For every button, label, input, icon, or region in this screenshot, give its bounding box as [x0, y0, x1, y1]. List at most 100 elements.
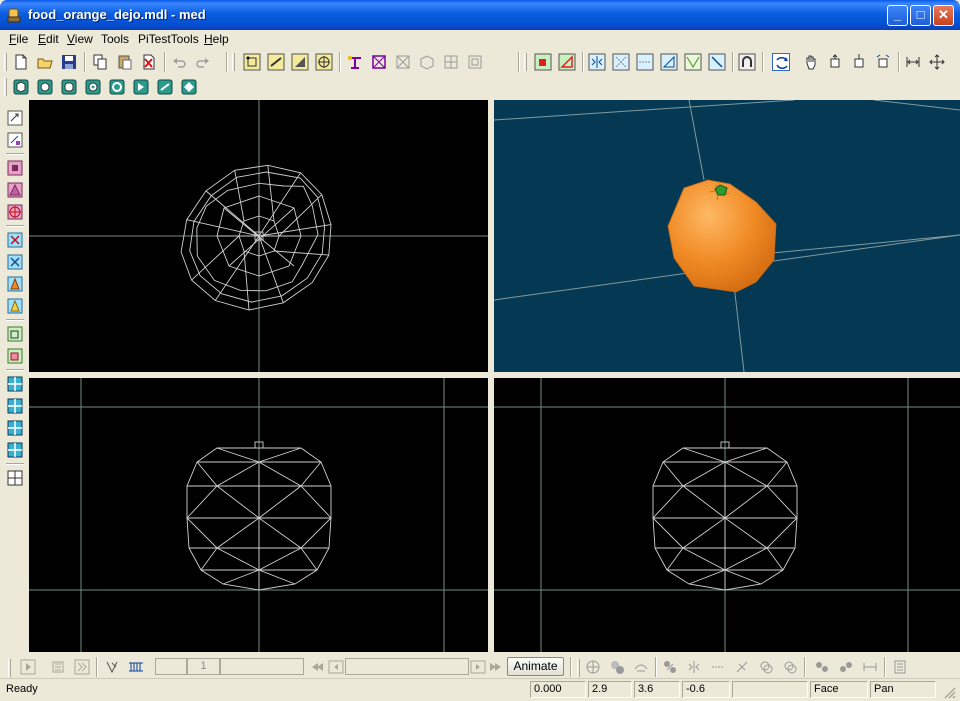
cube-primitive-icon[interactable] [12, 78, 30, 96]
delete-icon[interactable] [140, 53, 158, 71]
frame-tool-icon[interactable] [466, 53, 484, 71]
smooth-tool-icon[interactable] [7, 298, 23, 314]
redo-icon[interactable] [194, 53, 212, 71]
unlink-bones-icon[interactable] [838, 659, 854, 675]
vertex-mode-icon[interactable] [7, 160, 23, 176]
edge-turn-icon[interactable] [708, 53, 726, 71]
group-icon[interactable] [7, 326, 23, 342]
select-vertex-icon[interactable] [243, 53, 261, 71]
menu-help[interactable]: Help [204, 32, 229, 46]
box-tool-icon[interactable] [394, 53, 412, 71]
link-bones-icon[interactable] [814, 659, 830, 675]
scale-tool-icon[interactable] [612, 53, 630, 71]
grid-tool-icon[interactable] [442, 53, 460, 71]
flip-face-icon[interactable] [684, 53, 702, 71]
vertex-anim-icon[interactable] [104, 659, 120, 675]
frame-step-icon[interactable] [74, 659, 90, 675]
add-vertex-icon[interactable] [534, 53, 552, 71]
ungroup-icon[interactable] [7, 348, 23, 364]
sphere-primitive-icon[interactable] [36, 78, 54, 96]
bevel-tool-icon[interactable] [7, 276, 23, 292]
triangle-tool-icon[interactable] [660, 53, 678, 71]
extrude-tool-icon[interactable] [7, 254, 23, 270]
select-edge-icon[interactable] [267, 53, 285, 71]
bone-length-icon[interactable] [862, 659, 878, 675]
layout-side-icon[interactable] [7, 420, 23, 436]
pan-view-icon[interactable] [928, 53, 946, 71]
timeline-icon[interactable] [128, 659, 144, 675]
add-bone-icon[interactable] [585, 659, 601, 675]
select-object-icon[interactable] [315, 53, 333, 71]
layout-quad-icon[interactable] [7, 376, 23, 392]
object-mode-icon[interactable] [7, 204, 23, 220]
viewport-front[interactable] [29, 378, 488, 652]
mirror-anim-icon[interactable] [686, 659, 702, 675]
plane-primitive-icon[interactable] [156, 78, 174, 96]
skin-icon[interactable] [633, 659, 649, 675]
select-rect-icon[interactable] [7, 110, 23, 126]
frame-current-field[interactable]: 1 [187, 658, 220, 675]
paste-key-icon[interactable] [758, 659, 774, 675]
rewind-icon[interactable] [311, 659, 327, 675]
save-icon[interactable] [60, 53, 78, 71]
properties-icon[interactable] [892, 659, 908, 675]
menu-file[interactable]: File [9, 32, 28, 46]
mirror-icon[interactable] [588, 53, 606, 71]
close-button[interactable]: ✕ [933, 5, 954, 26]
select-lasso-icon[interactable] [7, 132, 23, 148]
minimize-button[interactable]: _ [887, 5, 908, 26]
maximize-button[interactable]: □ [910, 5, 931, 26]
menu-tools[interactable]: Tools [101, 32, 129, 46]
bones-icon[interactable] [346, 53, 364, 71]
menu-edit[interactable]: Edit [38, 32, 59, 46]
timeline-track[interactable] [345, 658, 469, 675]
layout-front-icon[interactable] [7, 442, 23, 458]
rotate-view-icon[interactable] [772, 53, 790, 71]
cube-tool-icon[interactable] [418, 53, 436, 71]
face-mode-icon[interactable] [7, 182, 23, 198]
select-face-icon[interactable] [291, 53, 309, 71]
viewport-perspective[interactable] [494, 100, 960, 372]
scale-object-icon[interactable] [850, 53, 868, 71]
resize-grip-icon[interactable] [942, 685, 956, 699]
cut-tool-icon[interactable] [7, 232, 23, 248]
undo-icon[interactable] [170, 53, 188, 71]
add-face-icon[interactable] [558, 53, 576, 71]
paste-icon[interactable] [116, 53, 134, 71]
prev-frame-icon[interactable] [328, 659, 344, 675]
layout-top-icon[interactable] [7, 398, 23, 414]
weld-tool-icon[interactable] [636, 53, 654, 71]
torus-primitive-icon[interactable] [84, 78, 102, 96]
animation-bar: 1 Animate [0, 656, 960, 678]
cone-primitive-icon[interactable] [132, 78, 150, 96]
viewport-top[interactable] [29, 100, 488, 372]
geosphere-primitive-icon[interactable] [180, 78, 198, 96]
frame-start-field[interactable] [155, 658, 187, 675]
cylinder-primitive-icon[interactable] [60, 78, 78, 96]
ring-primitive-icon[interactable] [108, 78, 126, 96]
animate-button[interactable]: Animate [507, 657, 564, 676]
joint-icon[interactable] [609, 659, 625, 675]
copy-icon[interactable] [91, 53, 109, 71]
viewport-side[interactable] [494, 378, 960, 652]
bounding-box-icon[interactable] [370, 53, 388, 71]
play-icon[interactable] [20, 659, 36, 675]
new-file-icon[interactable] [12, 53, 30, 71]
interpolate-icon[interactable] [710, 659, 726, 675]
fast-forward-icon[interactable] [486, 659, 502, 675]
delete-key-icon[interactable] [782, 659, 798, 675]
open-file-icon[interactable] [36, 53, 54, 71]
next-frame-icon[interactable] [470, 659, 486, 675]
fit-view-icon[interactable] [904, 53, 922, 71]
layout-single-icon[interactable] [7, 470, 23, 486]
hand-tool-icon[interactable] [802, 53, 820, 71]
weight-icon[interactable] [662, 659, 678, 675]
rotate-object-icon[interactable] [874, 53, 892, 71]
keyframes-icon[interactable] [50, 659, 66, 675]
menu-pitesttools[interactable]: PiTestTools [138, 32, 199, 46]
move-object-icon[interactable] [826, 53, 844, 71]
frame-slider[interactable] [220, 658, 304, 675]
copy-key-icon[interactable] [734, 659, 750, 675]
menu-view[interactable]: View [67, 32, 93, 46]
magnet-icon[interactable] [738, 53, 756, 71]
